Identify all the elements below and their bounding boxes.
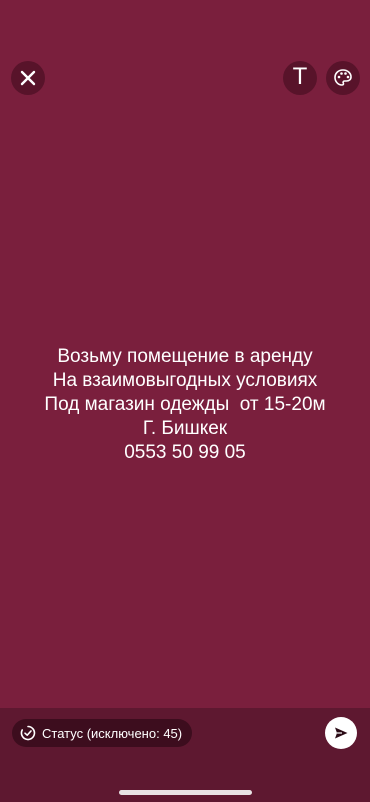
message-line: Г. Бишкек bbox=[142, 418, 228, 439]
close-icon bbox=[20, 70, 36, 86]
message-line: На взаимовыгодных условиях bbox=[52, 370, 318, 391]
status-editor-screen: T Возьму помещение в аренду На взаимовыг… bbox=[0, 0, 370, 802]
send-icon bbox=[335, 727, 348, 739]
status-privacy-label: Статус (исключено: 45) bbox=[42, 725, 183, 741]
status-privacy-button[interactable]: Статус (исключено: 45) bbox=[12, 719, 193, 747]
palette-icon bbox=[334, 69, 352, 86]
close-button[interactable] bbox=[11, 61, 45, 95]
message-line: Возьму помещение в аренду bbox=[57, 346, 313, 367]
send-button[interactable] bbox=[325, 717, 357, 749]
status-ring-icon bbox=[20, 725, 36, 741]
palette-button[interactable] bbox=[326, 61, 360, 95]
message-line: Под магазин одежды от 15-20м bbox=[44, 394, 326, 415]
text-tool-label: T bbox=[293, 65, 307, 90]
text-tool-button[interactable]: T bbox=[283, 61, 317, 95]
status-message-text[interactable]: Возьму помещение в аренду На взаимовыгод… bbox=[0, 345, 370, 465]
message-line: 0553 50 99 05 bbox=[124, 442, 246, 463]
home-indicator bbox=[119, 790, 252, 795]
